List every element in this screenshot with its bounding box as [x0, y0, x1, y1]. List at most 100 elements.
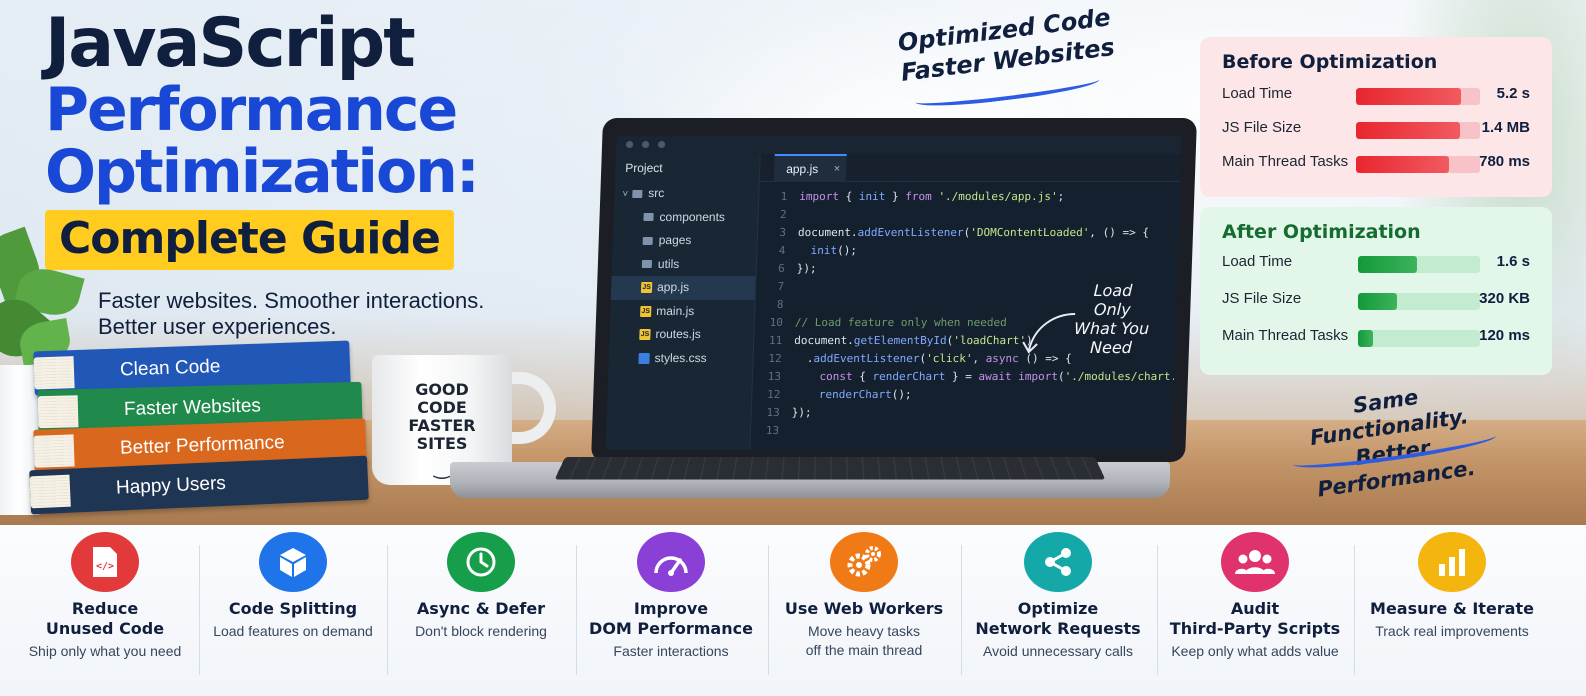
window-dot-icon — [657, 141, 666, 148]
laptop-screen: Project ˅ src components pages utils JS app.js… — [590, 118, 1198, 462]
tree-item-label: src — [647, 186, 665, 200]
tree-item-main-js[interactable]: JS main.js — [610, 300, 755, 324]
annotation-line1: Load — [1093, 281, 1133, 300]
line-number: 10 — [769, 316, 784, 329]
file-explorer: Project ˅ src components pages utils JS app.js… — [605, 154, 761, 450]
metric-value: 120 ms — [1479, 327, 1530, 344]
book-label: Clean Code — [119, 356, 221, 381]
speedometer-icon — [637, 532, 705, 592]
metric-row: Main Thread Tasks 120 ms — [1222, 319, 1530, 356]
metric-bar — [1356, 122, 1480, 139]
metric-label: Load Time — [1222, 253, 1293, 270]
mug-text-line3: FASTER — [408, 416, 476, 435]
code-line: 2 — [758, 206, 1180, 224]
tip-subtitle: Avoid unnecessary calls — [983, 643, 1133, 659]
tip-gears: Use Web Workers Move heavy tasks off the m… — [771, 525, 957, 696]
metric-row: Load Time 1.6 s — [1222, 245, 1530, 282]
code-text: document.getElementById('loadChart') — [794, 334, 1033, 347]
tip-subtitle: Don't block rendering — [415, 623, 547, 639]
laptop-keyboard — [554, 456, 1106, 480]
tree-item-utils[interactable]: utils — [611, 253, 756, 277]
code-text: }); — [791, 406, 812, 419]
book-pages — [33, 356, 75, 390]
metric-bar-fill — [1356, 88, 1462, 105]
users-icon — [1221, 532, 1289, 592]
tree-item-label: routes.js — [655, 327, 702, 341]
tree-item-components[interactable]: components — [613, 206, 758, 230]
tree-item-label: styles.css — [654, 350, 707, 365]
code-text: // Load feature only when needed — [794, 316, 1008, 329]
metric-label: Main Thread Tasks — [1222, 327, 1349, 344]
line-number: 13 — [766, 406, 780, 419]
tagline-line1: Faster websites. Smoother interactions. — [98, 288, 485, 313]
metric-label: JS File Size — [1222, 290, 1302, 307]
js-file-icon: JS — [640, 305, 652, 317]
before-optimization-card: Before Optimization Load Time 5.2 s JS Fil… — [1200, 37, 1552, 197]
tip-title: Code Splitting — [228, 599, 358, 618]
line-number: 6 — [777, 262, 785, 275]
tree-item-label: app.js — [656, 280, 690, 294]
code-file-icon: </> — [71, 532, 139, 592]
code-text: }); — [796, 262, 817, 275]
metric-row: Load Time 5.2 s — [1222, 77, 1530, 111]
gears-icon — [830, 532, 898, 592]
close-icon[interactable]: × — [833, 156, 841, 182]
cube-icon — [259, 532, 327, 592]
metric-bar-fill — [1356, 156, 1449, 173]
line-number: 13 — [765, 424, 780, 437]
tree-item-routes-js[interactable]: JS routes.js — [609, 323, 754, 347]
tree-item-label: main.js — [656, 303, 695, 318]
code-line: 13 — [751, 422, 1173, 440]
tip-title: Audit Third-Party Scripts — [1169, 599, 1341, 638]
metric-value: 780 ms — [1479, 153, 1530, 170]
code-line: 12 renderChart(); — [752, 386, 1174, 404]
metric-row: JS File Size 320 KB — [1222, 282, 1530, 319]
annotation-line4: Need — [1089, 338, 1133, 357]
tree-item-src[interactable]: ˅ src — [614, 182, 759, 206]
tab-app-js[interactable]: app.js × — [773, 154, 847, 182]
line-number: 3 — [779, 226, 787, 239]
code-line: 13 const { renderChart } = await import(… — [753, 368, 1183, 386]
line-number: 13 — [767, 370, 782, 383]
mug-text-line2: CODE — [417, 398, 467, 417]
tree-item-label: pages — [658, 233, 692, 247]
metric-bar — [1358, 293, 1480, 310]
metric-bar — [1358, 330, 1480, 347]
tree-item-app-js[interactable]: JS app.js — [610, 276, 756, 300]
explorer-title: Project — [625, 161, 663, 175]
code-line: 3 document.addEventListener('DOMContentLo… — [758, 224, 1180, 242]
code-text: document.addEventListener('DOMContentLoa… — [797, 226, 1150, 239]
tagline: Faster websites. Smoother interactions. … — [98, 288, 598, 340]
metric-bar — [1356, 156, 1480, 173]
book-label: Happy Users — [115, 472, 227, 499]
tip-code-file: </> Reduce Unused Code Ship only what you n… — [12, 525, 198, 696]
metric-row: Main Thread Tasks 780 ms — [1222, 145, 1530, 179]
card-title: After Optimization — [1222, 221, 1421, 243]
svg-text:</>: </> — [96, 561, 114, 572]
metric-bar-fill — [1358, 293, 1398, 310]
tip-bar-chart: Measure & Iterate Track real improvements — [1354, 525, 1550, 696]
metric-bar-fill — [1356, 122, 1461, 139]
tree-item-label: components — [659, 209, 726, 224]
tree-item-styles-css[interactable]: styles.css — [608, 347, 753, 371]
metric-label: Load Time — [1222, 85, 1293, 102]
tip-subtitle: Keep only what adds value — [1171, 643, 1339, 659]
clock-icon — [447, 532, 515, 592]
folder-icon — [643, 213, 654, 222]
tree-item-label: utils — [657, 256, 680, 271]
book-pages — [33, 434, 75, 468]
tree-item-pages[interactable]: pages — [612, 229, 757, 253]
tip-title: Improve DOM Performance — [589, 599, 753, 638]
tip-subtitle: Move heavy tasks off the main thread — [805, 623, 923, 658]
book-pages — [29, 474, 71, 509]
divider — [961, 545, 962, 675]
headline-highlight: Complete Guide — [45, 210, 454, 270]
book-label: Faster Websites — [123, 395, 262, 420]
js-file-icon: JS — [640, 282, 653, 294]
after-optimization-card: After Optimization Load Time 1.6 s JS File… — [1200, 207, 1552, 375]
book-pages — [37, 395, 79, 429]
tip-subtitle: Ship only what you need — [28, 643, 182, 659]
headline-line3: Optimization: — [45, 137, 480, 207]
headline: JavaScript Performance Optimization: Com… — [45, 8, 605, 270]
metric-value: 1.4 MB — [1481, 119, 1530, 136]
